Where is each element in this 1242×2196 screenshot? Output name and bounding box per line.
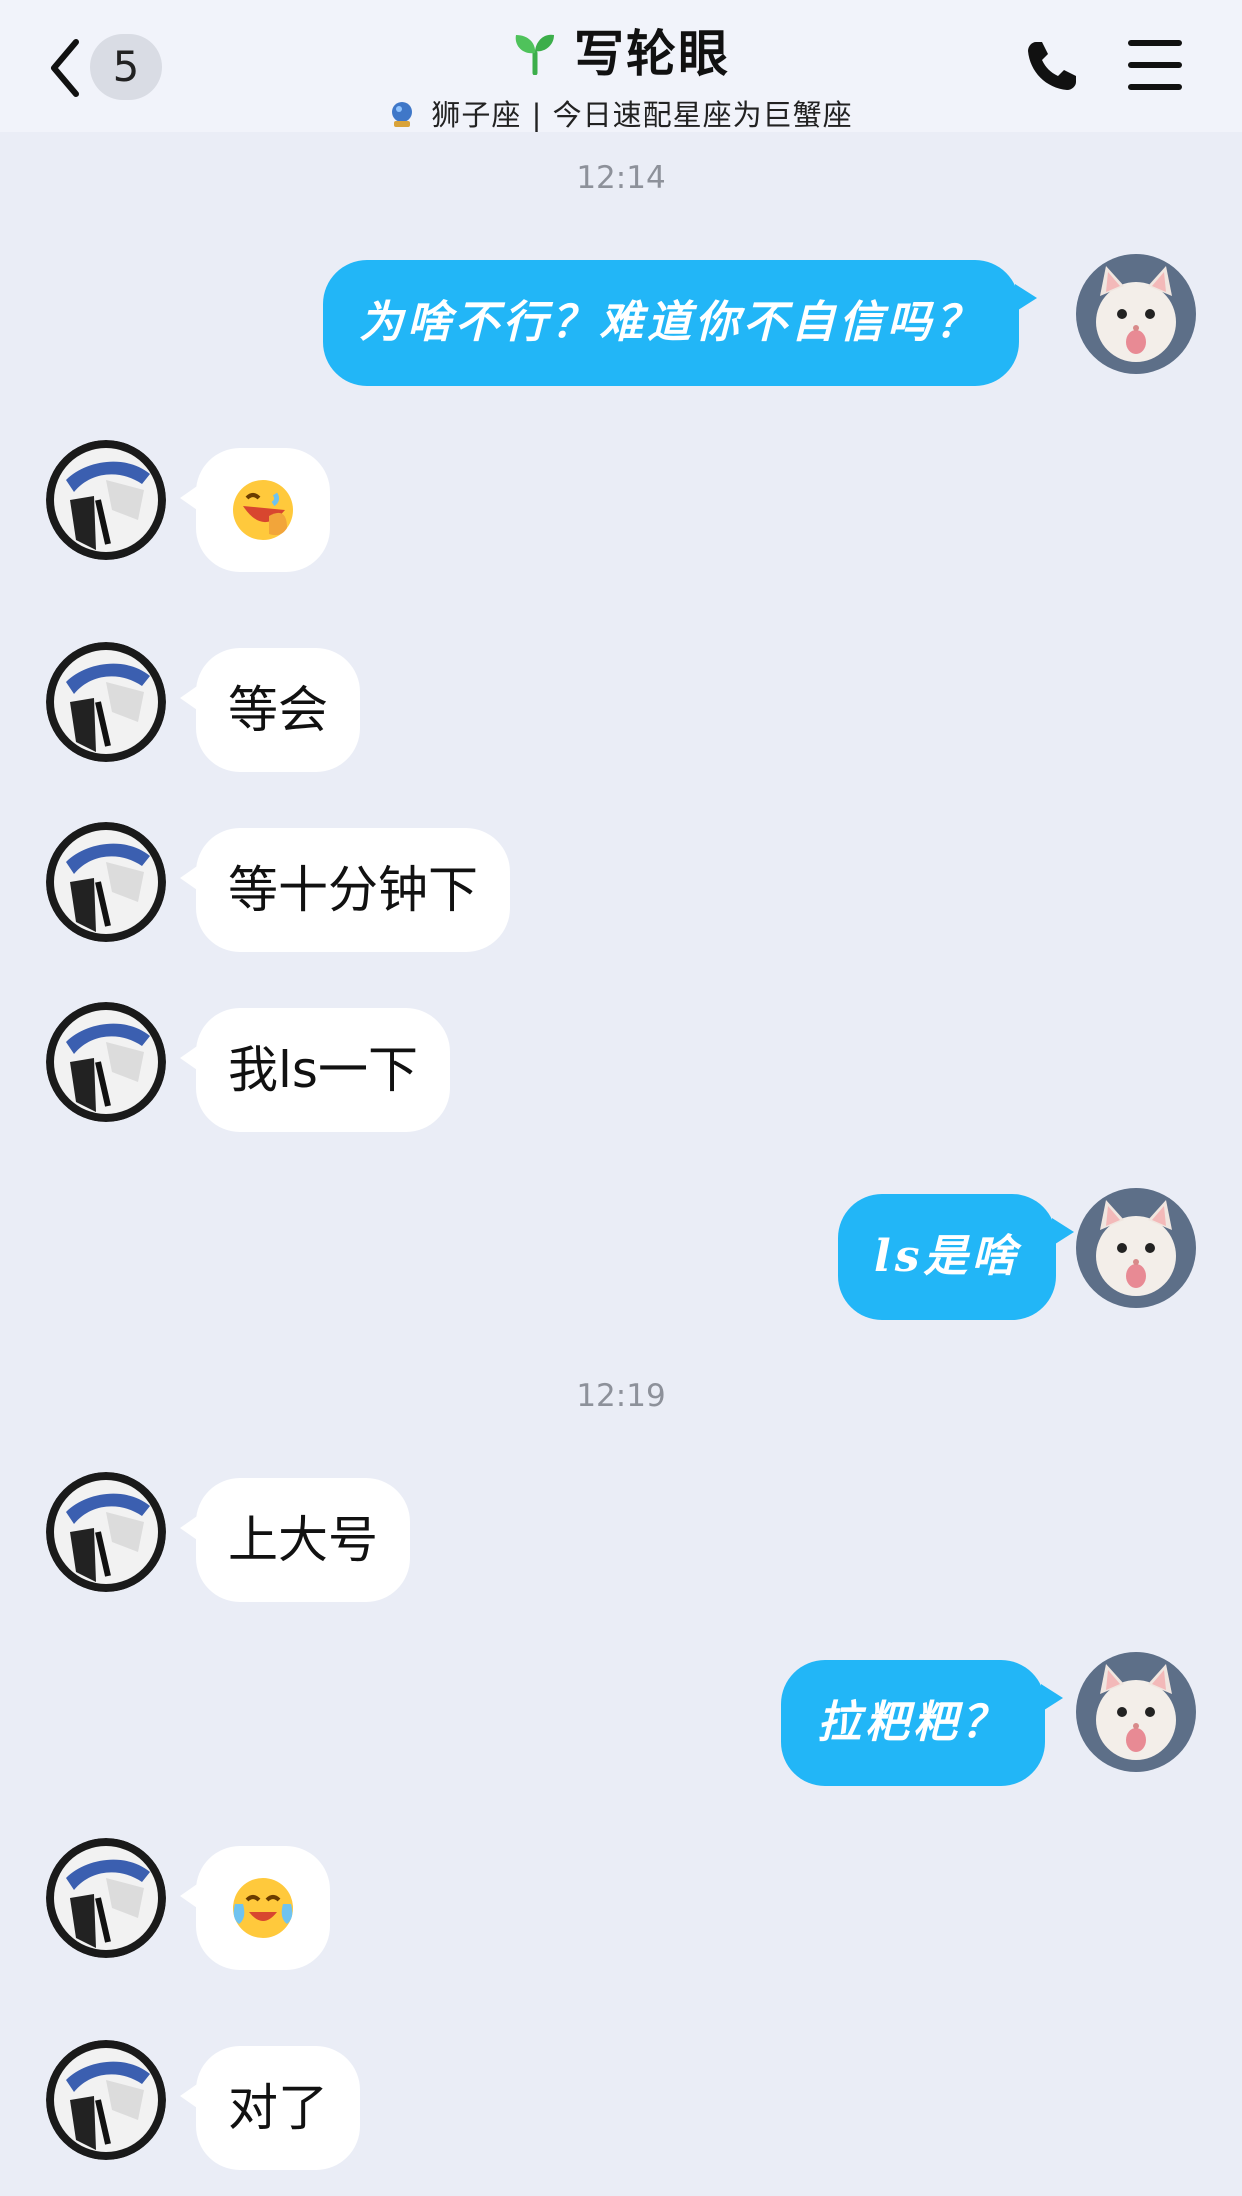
anime-avatar-image	[46, 1838, 166, 1958]
contact-avatar[interactable]	[46, 642, 166, 762]
message-bubble-incoming[interactable]: 等十分钟下	[180, 828, 510, 952]
contact-avatar[interactable]	[46, 1472, 166, 1592]
contact-name: 写轮眼	[574, 25, 730, 83]
self-avatar[interactable]	[1076, 1652, 1196, 1772]
menu-line	[1128, 84, 1182, 90]
contact-avatar[interactable]	[46, 2040, 166, 2160]
face-palm-laughing-emoji	[233, 480, 293, 540]
timestamp: 12:19	[576, 1378, 666, 1414]
message-bubble-outgoing[interactable]: ls是啥	[838, 1194, 1073, 1320]
message-bubble-incoming[interactable]	[180, 1846, 330, 1970]
anime-avatar-image	[46, 2040, 166, 2160]
contact-avatar[interactable]	[46, 1002, 166, 1122]
anime-avatar-image	[46, 1002, 166, 1122]
message-bubble-incoming[interactable]: 等会	[180, 648, 360, 772]
chat-header: 5 写轮眼 狮子座 | 今日速配星座为巨蟹座	[0, 0, 1242, 132]
anime-avatar-image	[46, 642, 166, 762]
self-avatar[interactable]	[1076, 254, 1196, 374]
menu-button[interactable]	[1128, 40, 1182, 90]
crystal-ball-icon	[392, 102, 413, 127]
crying-laughing-emoji	[233, 1878, 293, 1938]
cat-avatar-image	[1076, 1652, 1196, 1772]
phone-icon[interactable]	[1024, 38, 1080, 94]
menu-line	[1128, 40, 1182, 46]
timestamp: 12:14	[576, 160, 666, 196]
anime-avatar-image	[46, 440, 166, 560]
self-avatar[interactable]	[1076, 1188, 1196, 1308]
sprout-icon	[515, 34, 554, 75]
message-bubble-incoming[interactable]	[180, 448, 330, 572]
cat-avatar-image	[1076, 1188, 1196, 1308]
message-bubble-outgoing[interactable]: 为啥不行？难道你不自信吗？	[323, 260, 1037, 386]
contact-avatar[interactable]	[46, 440, 166, 560]
contact-status: 狮子座 | 今日速配星座为巨蟹座	[431, 98, 853, 132]
contact-avatar[interactable]	[46, 822, 166, 942]
anime-avatar-image	[46, 822, 166, 942]
anime-avatar-image	[46, 1472, 166, 1592]
menu-line	[1128, 62, 1182, 68]
message-bubble-outgoing[interactable]: 拉粑粑？	[781, 1660, 1063, 1786]
message-bubble-incoming[interactable]: 上大号	[180, 1478, 410, 1602]
cat-avatar-image	[1076, 254, 1196, 374]
message-bubble-incoming[interactable]: 对了	[180, 2046, 360, 2170]
message-bubble-incoming[interactable]: 我ls一下	[180, 1008, 450, 1132]
contact-avatar[interactable]	[46, 1838, 166, 1958]
